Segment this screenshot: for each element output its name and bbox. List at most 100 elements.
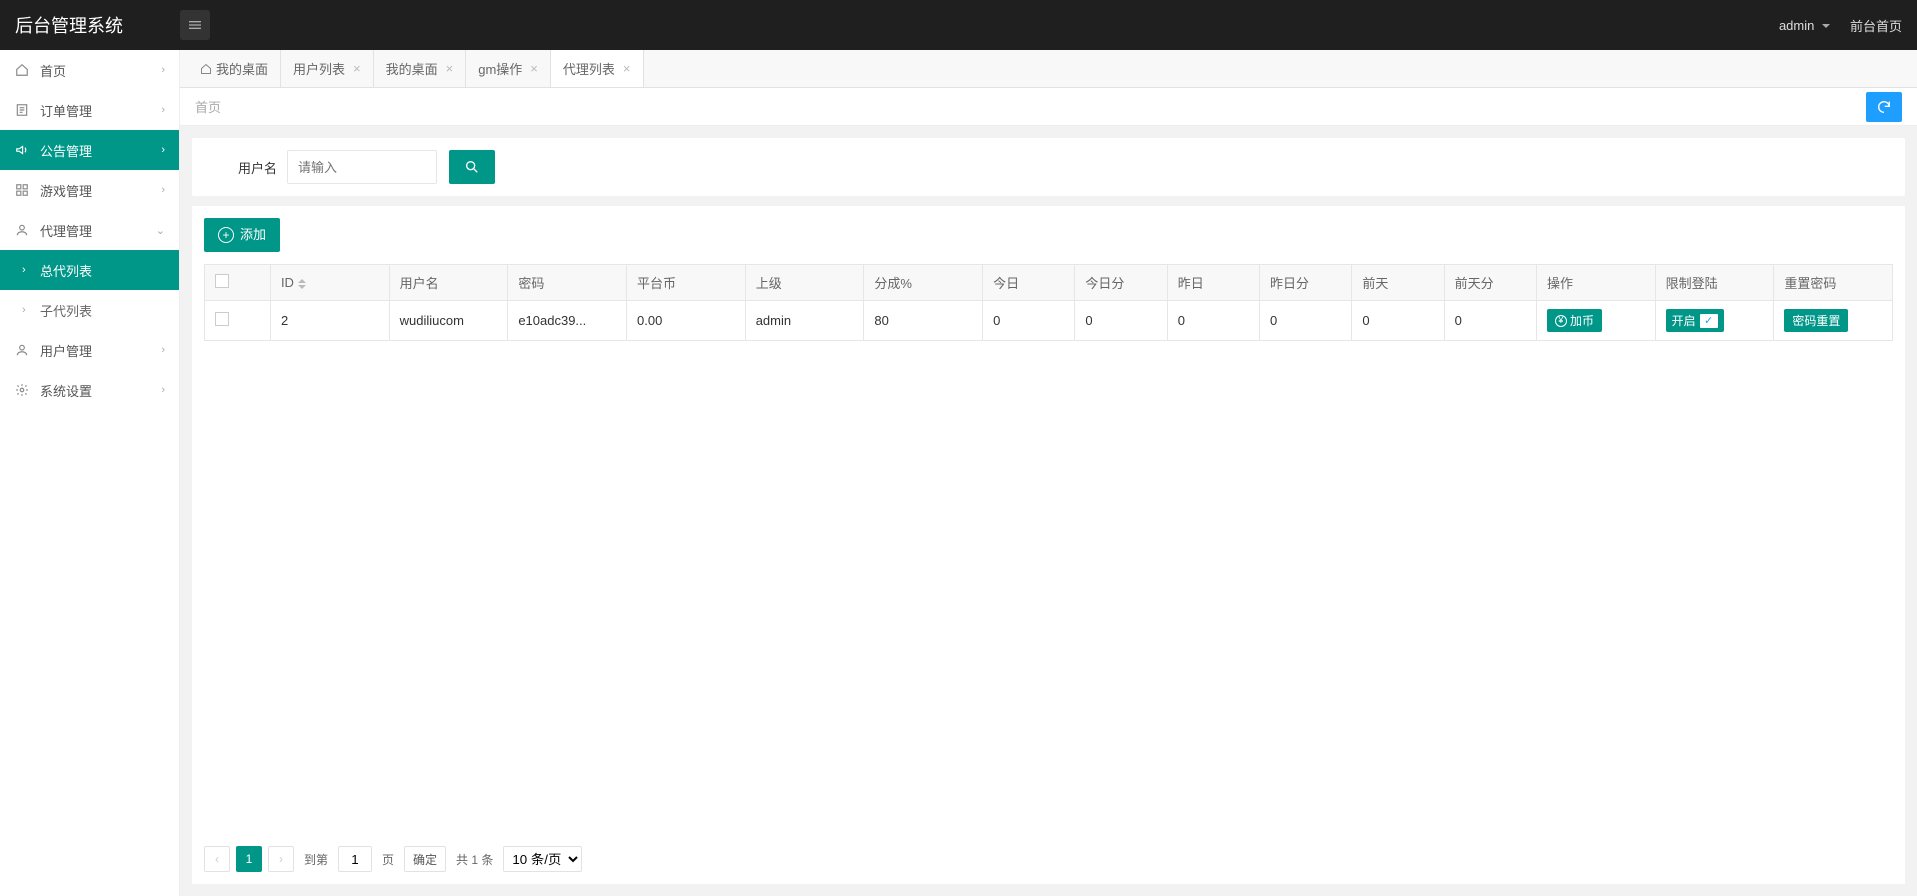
checkbox-all[interactable] bbox=[215, 274, 229, 288]
goto-label: 到第 bbox=[304, 851, 328, 868]
menu-toggle-button[interactable] bbox=[180, 10, 210, 40]
refresh-icon bbox=[1876, 99, 1892, 115]
add-coin-button[interactable]: ¥ 加币 bbox=[1547, 309, 1602, 332]
th-daybefore-share: 前天分 bbox=[1444, 265, 1536, 301]
check-icon: ✓ bbox=[1700, 314, 1718, 328]
chevron-right-icon: › bbox=[161, 144, 165, 156]
sidebar-item-order[interactable]: 订单管理 › bbox=[0, 90, 179, 130]
cell-share: 80 bbox=[864, 301, 983, 341]
per-page-select[interactable]: 10 条/页 bbox=[503, 846, 582, 872]
coin-icon: ¥ bbox=[1555, 315, 1567, 327]
page-next-button[interactable]: › bbox=[268, 846, 294, 872]
page-suffix: 页 bbox=[382, 851, 394, 868]
sidebar-item-game[interactable]: 游戏管理 › bbox=[0, 170, 179, 210]
th-username: 用户名 bbox=[389, 265, 508, 301]
home-icon bbox=[14, 62, 30, 78]
cell-daybefore: 0 bbox=[1352, 301, 1444, 341]
gear-icon bbox=[14, 382, 30, 398]
th-today: 今日 bbox=[983, 265, 1075, 301]
th-coins: 平台币 bbox=[627, 265, 746, 301]
checkbox-row[interactable] bbox=[215, 312, 229, 326]
refresh-button[interactable] bbox=[1866, 92, 1902, 122]
page-input[interactable] bbox=[338, 846, 372, 872]
plus-circle-icon: + bbox=[218, 227, 234, 243]
sidebar: 首页 › 订单管理 › 公告管理 › 游戏管理 › 代理管理 ⌄ › 总代列表 bbox=[0, 50, 180, 896]
cell-username: wudiliucom bbox=[389, 301, 508, 341]
reset-password-button[interactable]: 密码重置 bbox=[1784, 309, 1848, 332]
tab-label: 用户列表 bbox=[293, 59, 345, 78]
th-share: 分成% bbox=[864, 265, 983, 301]
sidebar-item-label: 用户管理 bbox=[40, 341, 92, 360]
th-daybefore: 前天 bbox=[1352, 265, 1444, 301]
sidebar-sub-child-agent[interactable]: › 子代列表 bbox=[0, 290, 179, 330]
close-icon[interactable]: × bbox=[353, 61, 361, 76]
sidebar-item-label: 代理管理 bbox=[40, 221, 92, 240]
chevron-right-icon: › bbox=[22, 264, 26, 276]
table-card: + 添加 ID 用户名 密码 bbox=[192, 206, 1905, 884]
th-password: 密码 bbox=[508, 265, 627, 301]
tab-label: 代理列表 bbox=[563, 59, 615, 78]
user-icon bbox=[14, 342, 30, 358]
sidebar-item-announce[interactable]: 公告管理 › bbox=[0, 130, 179, 170]
close-icon[interactable]: × bbox=[530, 61, 538, 76]
breadcrumb-bar: 首页 bbox=[180, 88, 1917, 126]
search-button[interactable] bbox=[449, 150, 495, 184]
th-id[interactable]: ID bbox=[270, 265, 389, 301]
page-number-button[interactable]: 1 bbox=[236, 846, 262, 872]
table-row: 2 wudiliucom e10adc39... 0.00 admin 80 0… bbox=[205, 301, 1893, 341]
page-confirm-button[interactable]: 确定 bbox=[404, 846, 446, 872]
cell-yesterday-share: 0 bbox=[1260, 301, 1352, 341]
header: 后台管理系统 admin 前台首页 bbox=[0, 0, 1917, 50]
sidebar-item-agent[interactable]: 代理管理 ⌄ bbox=[0, 210, 179, 250]
add-button[interactable]: + 添加 bbox=[204, 218, 280, 252]
sidebar-item-home[interactable]: 首页 › bbox=[0, 50, 179, 90]
sidebar-item-label: 系统设置 bbox=[40, 381, 92, 400]
data-table: ID 用户名 密码 平台币 上级 分成% 今日 今日分 昨日 昨日分 前天 前天… bbox=[204, 264, 1893, 341]
page-prev-button[interactable]: ‹ bbox=[204, 846, 230, 872]
add-label: 添加 bbox=[240, 218, 266, 252]
th-checkbox bbox=[205, 265, 271, 301]
cell-today-share: 0 bbox=[1075, 301, 1167, 341]
sidebar-sub-total-agent[interactable]: › 总代列表 bbox=[0, 250, 179, 290]
front-link[interactable]: 前台首页 bbox=[1850, 16, 1902, 35]
logo: 后台管理系统 bbox=[15, 12, 170, 38]
sidebar-item-settings[interactable]: 系统设置 › bbox=[0, 370, 179, 410]
tab-userlist[interactable]: 用户列表 × bbox=[281, 50, 374, 87]
th-parent: 上级 bbox=[745, 265, 864, 301]
search-icon bbox=[464, 159, 480, 175]
cell-today: 0 bbox=[983, 301, 1075, 341]
cell-parent: admin bbox=[745, 301, 864, 341]
sidebar-item-label: 公告管理 bbox=[40, 141, 92, 160]
tabs: 我的桌面 用户列表 × 我的桌面 × gm操作 × 代理列表 × bbox=[180, 50, 1917, 88]
order-icon bbox=[14, 102, 30, 118]
agent-icon bbox=[14, 222, 30, 238]
th-op: 操作 bbox=[1536, 265, 1655, 301]
limit-toggle-button[interactable]: 开启 ✓ bbox=[1666, 309, 1724, 332]
tab-home[interactable]: 我的桌面 bbox=[188, 50, 281, 87]
chevron-right-icon: › bbox=[161, 184, 165, 196]
admin-menu[interactable]: admin bbox=[1779, 18, 1830, 33]
tab-desktop2[interactable]: 我的桌面 × bbox=[374, 50, 467, 87]
search-row: 用户名 bbox=[192, 138, 1905, 196]
close-icon[interactable]: × bbox=[623, 61, 631, 76]
tab-label: 我的桌面 bbox=[216, 59, 268, 78]
th-today-share: 今日分 bbox=[1075, 265, 1167, 301]
chevron-right-icon: › bbox=[22, 304, 26, 316]
game-icon bbox=[14, 182, 30, 198]
tab-label: 我的桌面 bbox=[386, 59, 438, 78]
sidebar-item-user[interactable]: 用户管理 › bbox=[0, 330, 179, 370]
close-icon[interactable]: × bbox=[446, 61, 454, 76]
sidebar-item-label: 首页 bbox=[40, 61, 66, 80]
caret-down-icon bbox=[1822, 24, 1830, 28]
tab-gm[interactable]: gm操作 × bbox=[466, 50, 551, 87]
search-input[interactable] bbox=[287, 150, 437, 184]
sidebar-item-label: 订单管理 bbox=[40, 101, 92, 120]
chevron-right-icon: › bbox=[161, 344, 165, 356]
chevron-right-icon: › bbox=[161, 384, 165, 396]
hamburger-icon bbox=[187, 17, 203, 33]
tab-agentlist[interactable]: 代理列表 × bbox=[551, 50, 644, 87]
sidebar-sub-label: 子代列表 bbox=[40, 301, 92, 320]
th-yesterday: 昨日 bbox=[1167, 265, 1259, 301]
home-icon bbox=[200, 63, 212, 75]
announce-icon bbox=[14, 142, 30, 158]
